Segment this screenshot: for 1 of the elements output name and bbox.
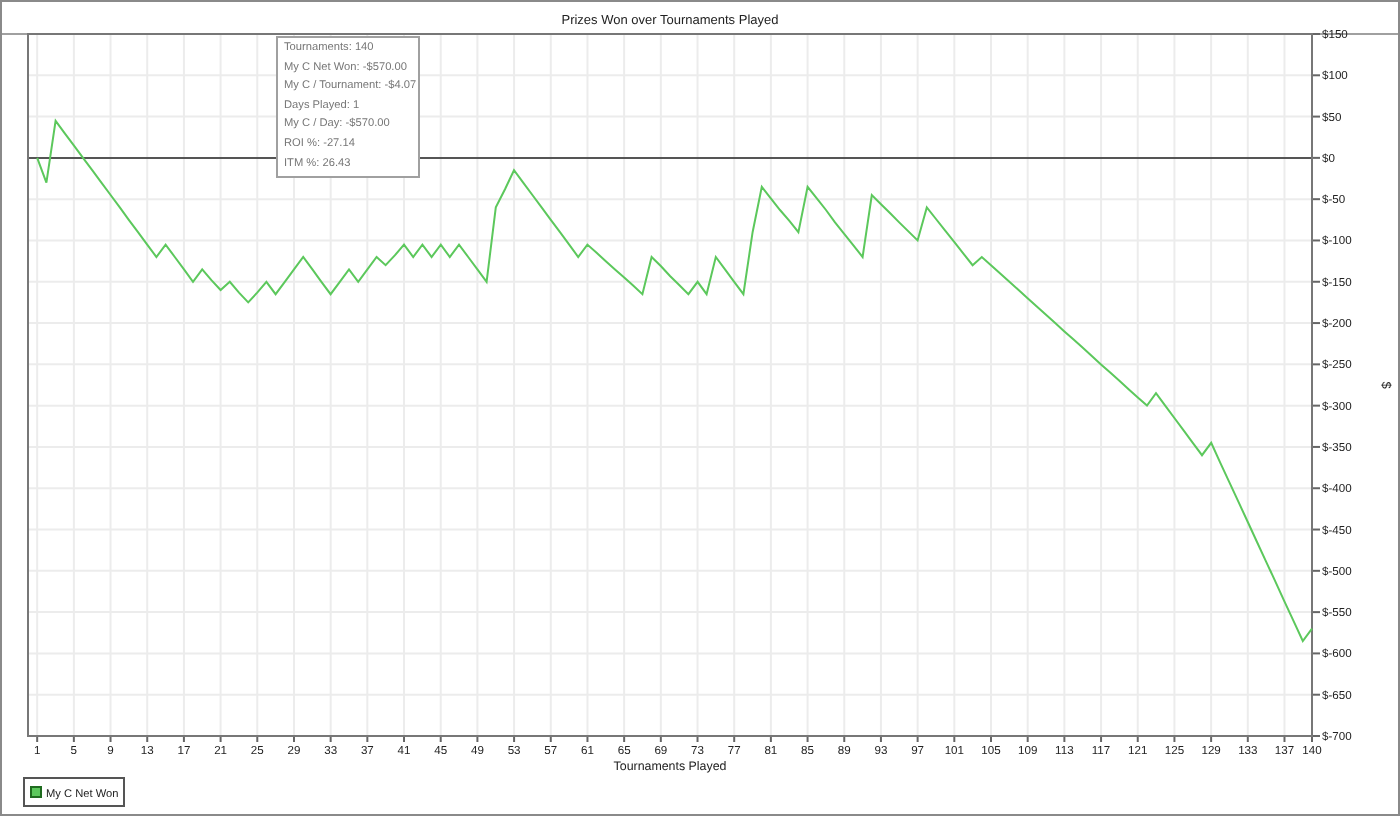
legend-swatch-icon [30,786,42,798]
